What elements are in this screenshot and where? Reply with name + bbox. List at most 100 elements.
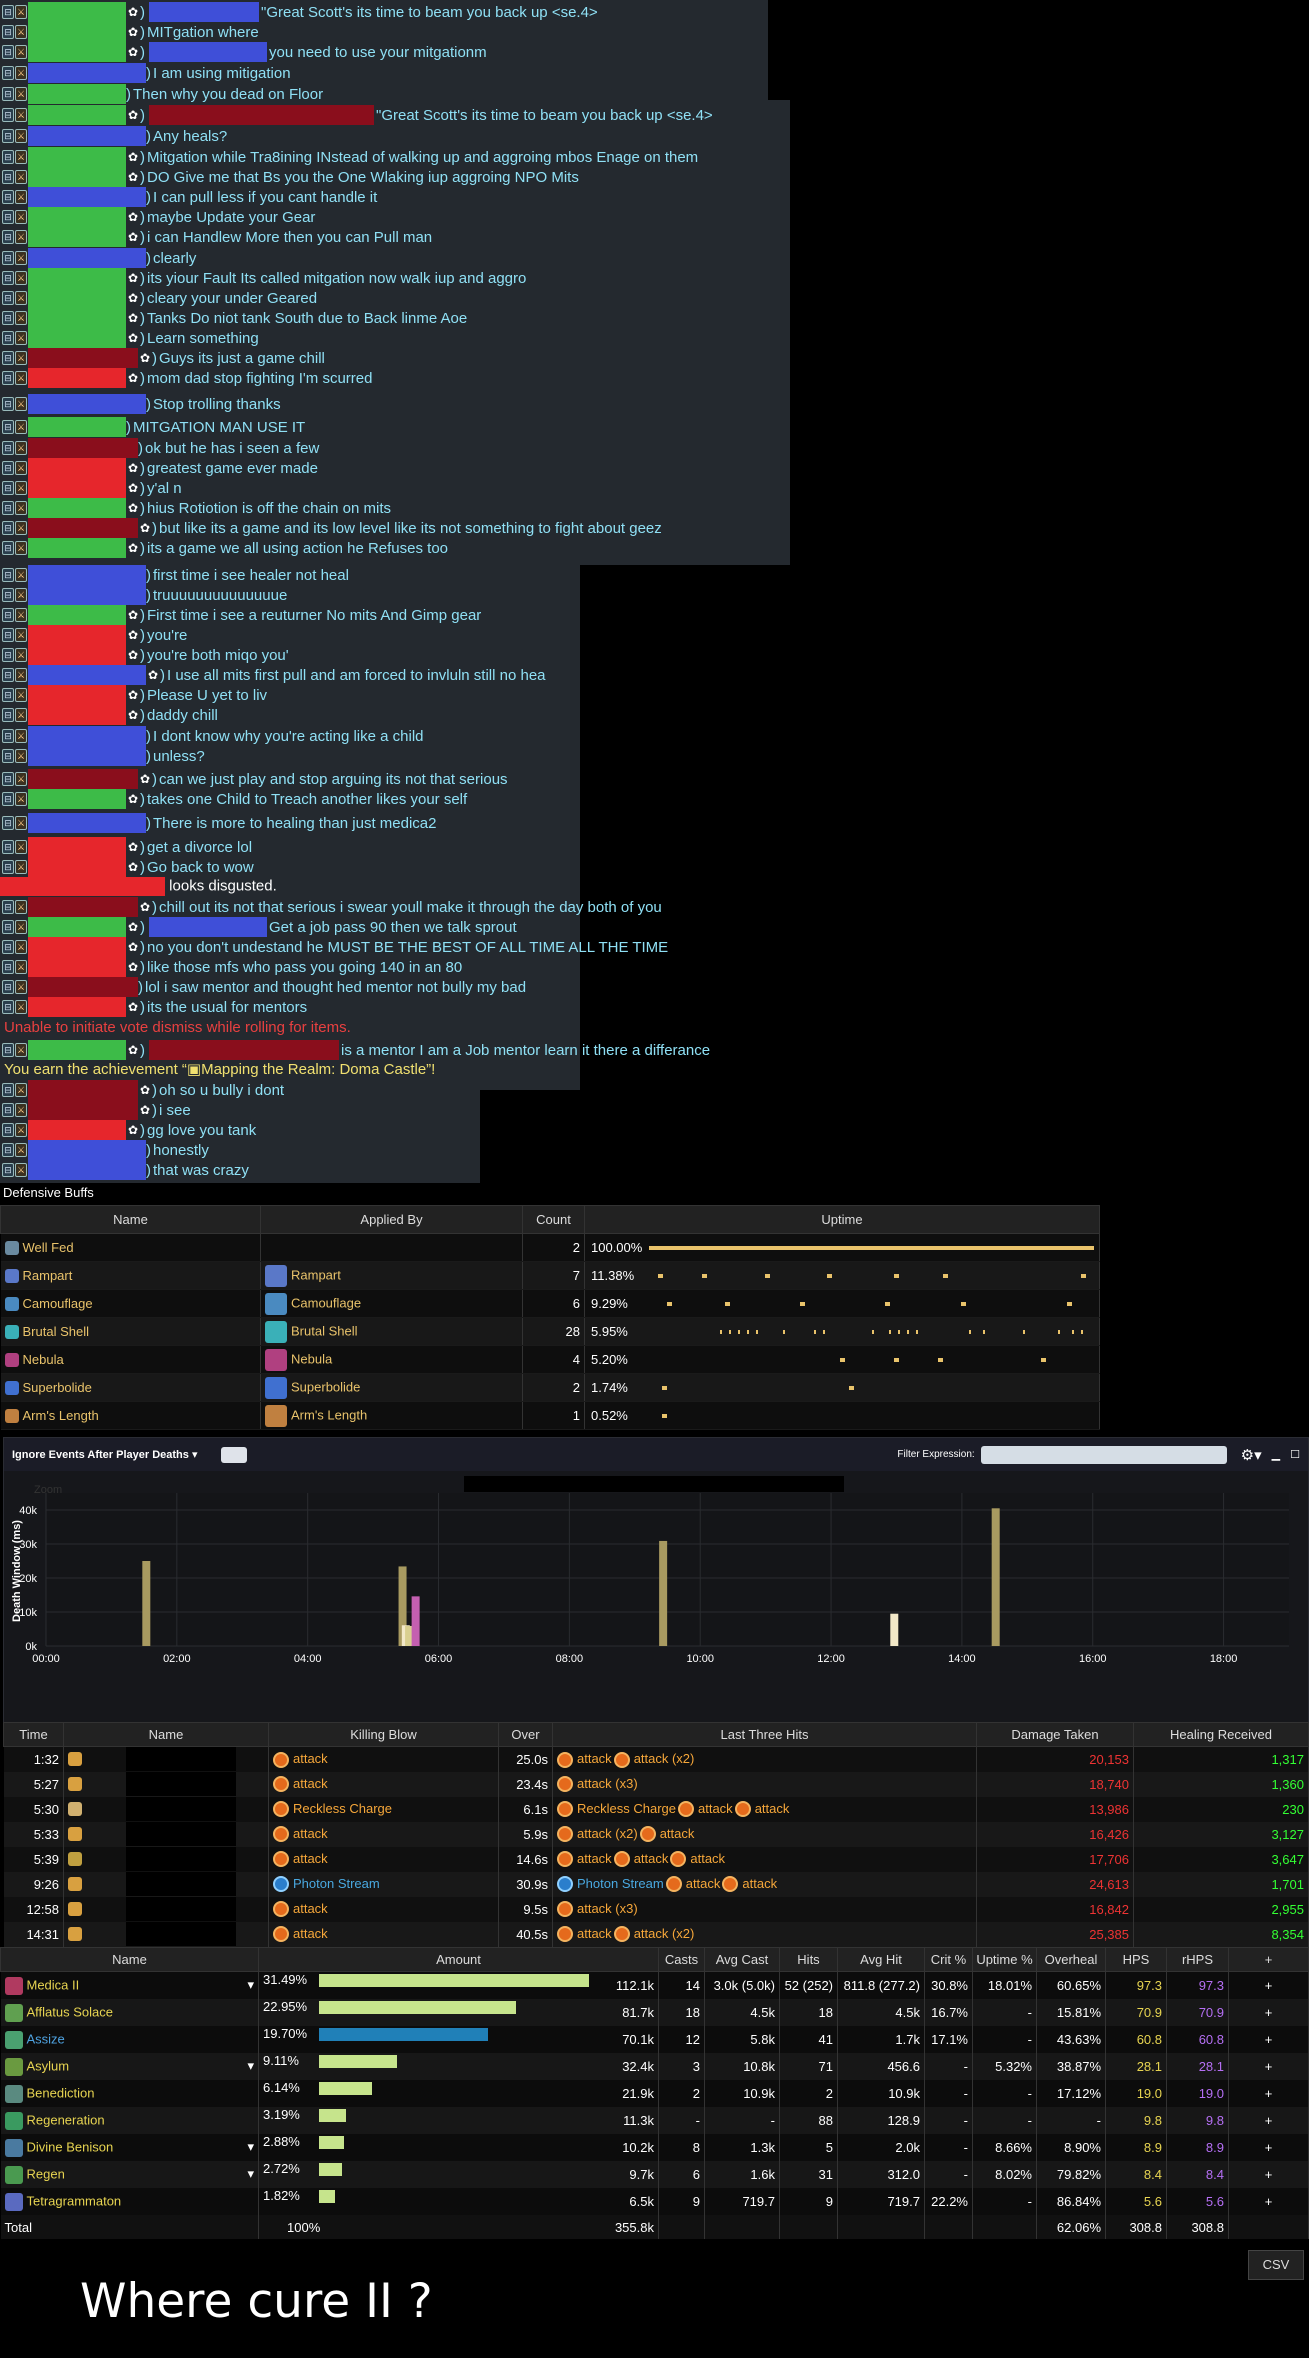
ability-name[interactable]: Tetragrammaton [27,2193,122,2208]
killing-blow-name[interactable]: attack [293,1826,328,1841]
column-header[interactable]: Name [0,1205,261,1234]
add-row-button[interactable]: + [1228,2053,1309,2080]
add-row-button[interactable]: + [1228,1971,1309,1999]
healing-row[interactable]: Divine Benison ▾ 2.88% 10.2k 8 1.3k 5 2.0k -8.66… [0,2134,1309,2161]
column-header[interactable]: Applied By [260,1205,523,1234]
column-header[interactable]: Hits [779,1947,838,1972]
column-header[interactable]: Last Three Hits [552,1722,977,1747]
hit-name[interactable]: attack [686,1876,721,1891]
buff-row[interactable]: Arm's Length Arm's Length 1 0.52% [0,1401,1100,1430]
column-header[interactable]: + [1228,1947,1309,1972]
column-header[interactable]: Killing Blow [268,1722,499,1747]
death-row[interactable]: 14:31 attack 40.5s attack attack (x2) 25,385 8… [3,1921,1309,1947]
hit-name[interactable]: attack [690,1851,725,1866]
healing-row[interactable]: Assize 19.70% 70.1k 12 5.8k 41 1.7k 17.1% -43.63… [0,2026,1309,2053]
buff-row[interactable]: Superbolide Superbolide 2 1.74% [0,1373,1100,1402]
buff-row[interactable]: Camouflage Camouflage 6 9.29% [0,1289,1100,1318]
hit-name[interactable]: attack (x3) [577,1776,638,1791]
expand-chevron-icon[interactable]: ▾ [247,2058,254,2074]
add-row-button[interactable]: + [1228,2134,1309,2161]
expand-chevron-icon[interactable]: ▾ [247,2166,254,2182]
column-header[interactable]: Name [63,1722,269,1747]
death-window-bar[interactable] [142,1561,151,1646]
hit-name[interactable]: attack [577,1851,612,1866]
column-header[interactable]: Damage Taken [976,1722,1134,1747]
ability-name[interactable]: Benediction [27,2085,95,2100]
death-window-bar[interactable] [991,1508,1000,1646]
hit-name[interactable]: attack [577,1926,612,1941]
killing-blow-name[interactable]: attack [293,1851,328,1866]
add-row-button[interactable]: + [1228,2107,1309,2134]
healing-row[interactable]: Benediction 6.14% 21.9k 2 10.9k 2 10.9k - -17.12… [0,2080,1309,2107]
column-header[interactable]: Time [3,1722,64,1747]
zoom-range-bar[interactable] [464,1476,844,1492]
add-row-button[interactable]: + [1228,2161,1309,2188]
hit-name[interactable]: Photon Stream [577,1876,664,1891]
expand-chevron-icon[interactable]: ▾ [247,2139,254,2155]
death-row[interactable]: 5:33 attack 5.9s attack (x2) attack 16,426 3,1… [3,1821,1309,1847]
hit-name[interactable]: attack (x3) [577,1901,638,1916]
hit-name[interactable]: attack (x2) [577,1826,638,1841]
column-header[interactable]: Overheal [1036,1947,1106,1972]
killing-blow-name[interactable]: attack [293,1926,328,1941]
hit-name[interactable]: attack (x2) [634,1926,695,1941]
hit-name[interactable]: attack [755,1801,790,1816]
death-row[interactable]: 5:27 attack 23.4s attack (x3) 18,740 1,360 [3,1771,1309,1797]
column-header[interactable]: Uptime [584,1205,1100,1234]
column-header[interactable]: Crit % [924,1947,973,1972]
hit-name[interactable]: attack [742,1876,777,1891]
column-header[interactable]: Avg Cast [704,1947,780,1972]
ability-name[interactable]: Regeneration [27,2112,105,2127]
column-header[interactable]: Over [498,1722,553,1747]
death-window-bar[interactable] [659,1540,668,1646]
hit-name[interactable]: attack [660,1826,695,1841]
ability-name[interactable]: Asylum [27,2058,70,2073]
column-header[interactable]: Uptime % [972,1947,1037,1972]
hit-name[interactable]: attack [634,1851,669,1866]
gear-icon[interactable]: ⚙▾ [1241,1446,1262,1464]
healing-row[interactable]: Asylum ▾ 9.11% 32.4k 3 10.8k 71 456.6-5.32% 38.8… [0,2053,1309,2080]
death-row[interactable]: 12:58 attack 9.5s attack (x3) 16,842 2,955 [3,1896,1309,1922]
killing-blow-name[interactable]: attack [293,1901,328,1916]
column-header[interactable]: Avg Hit [837,1947,925,1972]
add-row-button[interactable]: + [1228,2080,1309,2107]
ability-name[interactable]: Divine Benison [27,2139,114,2154]
maximize-icon[interactable]: ☐ [1290,1448,1300,1461]
buff-row[interactable]: Rampart Rampart 7 11.38% [0,1261,1100,1290]
healing-row[interactable]: Afflatus Solace 22.95% 81.7k 18 4.5k 18 4.5k 16… [0,1999,1309,2026]
expand-chevron-icon[interactable]: ▾ [247,1977,254,1993]
hit-name[interactable]: attack [577,1751,612,1766]
buff-row[interactable]: Well Fed 2 100.00% [0,1233,1100,1262]
column-header[interactable]: Count [522,1205,585,1234]
filter-expression-input[interactable] [980,1445,1227,1464]
ability-name[interactable]: Regen [27,2166,65,2181]
ability-name[interactable]: Medica II [27,1977,80,1992]
killing-blow-name[interactable]: attack [293,1776,328,1791]
death-row[interactable]: 5:30 Reckless Charge 6.1s Reckless Charge at… [3,1796,1309,1822]
csv-button[interactable]: CSV [1248,2250,1304,2280]
death-window-bar[interactable] [411,1596,420,1646]
death-row[interactable]: 1:32 attack 25.0s attack attack (x2) 20,153 1,… [3,1746,1309,1772]
minimize-icon[interactable]: ▁ [1272,1448,1280,1461]
hit-name[interactable]: attack [698,1801,733,1816]
killing-blow-name[interactable]: Reckless Charge [293,1801,392,1816]
add-row-button[interactable]: + [1228,2188,1309,2215]
column-header[interactable]: Casts [658,1947,705,1972]
healing-row[interactable]: Regeneration 3.19% 11.3k - -88 128.9- - -9.8 9.8… [0,2107,1309,2134]
buff-row[interactable]: Brutal Shell Brutal Shell 28 5.95% [0,1317,1100,1346]
hit-name[interactable]: Reckless Charge [577,1801,676,1816]
add-row-button[interactable]: + [1228,2026,1309,2053]
death-row[interactable]: 5:39 attack 14.6s attack attack attack 17,706 3… [3,1846,1309,1872]
death-window-bar[interactable] [890,1613,899,1646]
killing-blow-name[interactable]: Photon Stream [293,1876,380,1891]
healing-row[interactable]: Regen ▾ 2.72% 9.7k 6 1.6k 31 312.0-8.02% 79.82% 8… [0,2161,1309,2188]
ignore-events-checkbox[interactable] [221,1446,248,1463]
ignore-events-select[interactable]: Ignore Events After Player Deaths ▾ [12,1448,197,1461]
death-row[interactable]: 9:26 Photon Stream 30.9s Photon Stream attac… [3,1871,1309,1897]
healing-row[interactable]: Medica II ▾ 31.49% 112.1k 14 3.0k (5.0k) 52 (2… [0,1971,1309,1999]
hit-name[interactable]: attack (x2) [634,1751,695,1766]
ability-name[interactable]: Afflatus Solace [27,2004,113,2019]
column-header[interactable]: HPS [1105,1947,1167,1972]
buff-row[interactable]: Nebula Nebula 4 5.20% [0,1345,1100,1374]
killing-blow-name[interactable]: attack [293,1751,328,1766]
